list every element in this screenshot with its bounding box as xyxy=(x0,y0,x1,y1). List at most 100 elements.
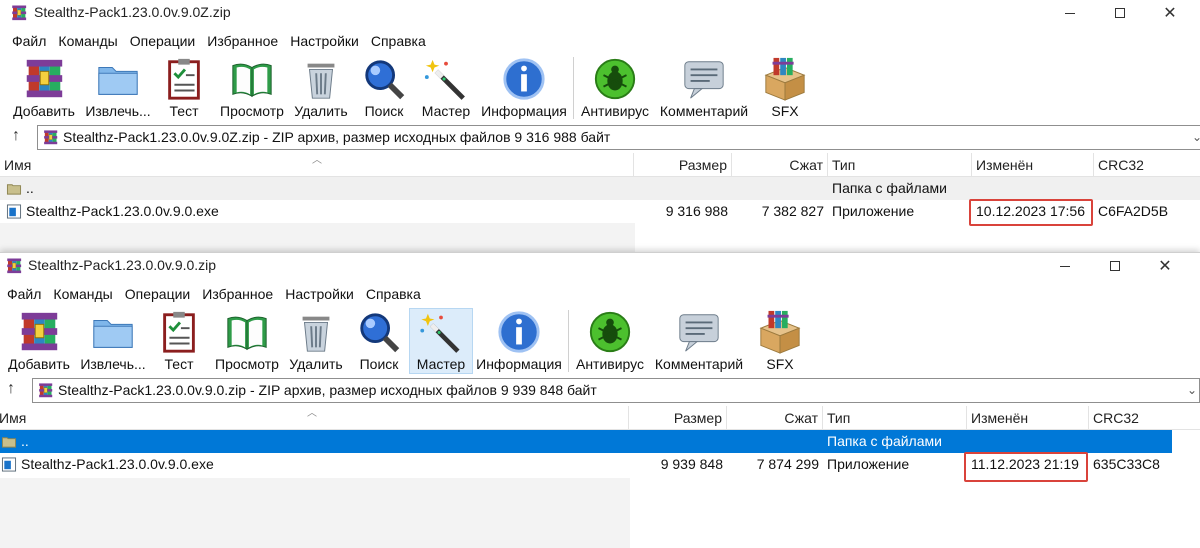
close-icon: ✕ xyxy=(1163,5,1177,22)
table-row[interactable]: Stealthz-Pack1.23.0.0v.9.0.exe 9 939 848… xyxy=(0,452,1200,482)
maximize-icon xyxy=(1110,261,1120,271)
close-icon: ✕ xyxy=(1158,258,1172,275)
close-button[interactable]: ✕ xyxy=(1140,253,1190,279)
antivirus-button[interactable]: Антивирус xyxy=(573,308,647,374)
comment-label: Комментарий xyxy=(654,356,744,372)
info-label: Информация xyxy=(481,103,567,119)
maximize-button[interactable] xyxy=(1090,253,1140,279)
sfx-label: SFX xyxy=(771,103,799,119)
add-label: Добавить xyxy=(13,103,75,119)
toolbar: Добавить Извлечь... Тест Просмотр Удалит… xyxy=(0,308,815,374)
list-empty-area xyxy=(0,478,630,548)
view-label: Просмотр xyxy=(215,356,279,372)
menu-operations[interactable]: Операции xyxy=(119,284,197,304)
col-type[interactable]: Тип xyxy=(828,153,972,177)
comment-button[interactable]: Комментарий xyxy=(656,55,752,121)
table-row[interactable]: .. Папка с файлами xyxy=(0,177,1200,200)
antivirus-bug-icon xyxy=(587,309,633,355)
delete-button[interactable]: Удалить xyxy=(287,308,345,374)
title-bar[interactable]: Stealthz-Pack1.23.0.0v.9.0Z.zip ✕ xyxy=(0,0,1200,26)
col-size[interactable]: Размер xyxy=(634,153,732,177)
menu-file[interactable]: Файл xyxy=(1,284,47,304)
col-name[interactable]: Имя xyxy=(0,406,629,430)
window-title: Stealthz-Pack1.23.0.0v.9.0.zip xyxy=(28,257,217,273)
antivirus-label: Антивирус xyxy=(575,356,645,372)
menu-commands[interactable]: Команды xyxy=(52,31,123,51)
address-field[interactable]: Stealthz-Pack1.23.0.0v.9.0.zip - ZIP арх… xyxy=(32,378,1200,403)
zip-archive-icon xyxy=(37,382,54,399)
table-row[interactable]: Stealthz-Pack1.23.0.0v.9.0.exe 9 316 988… xyxy=(0,199,1200,226)
maximize-button[interactable] xyxy=(1095,0,1145,26)
sfx-box-icon xyxy=(762,56,808,102)
chevron-down-icon[interactable]: ⌄ xyxy=(1187,383,1197,397)
add-button[interactable]: Добавить xyxy=(5,308,73,374)
col-type[interactable]: Тип xyxy=(823,406,967,430)
add-button[interactable]: Добавить xyxy=(10,55,78,121)
delete-button[interactable]: Удалить xyxy=(292,55,350,121)
row-type: Приложение xyxy=(832,203,915,219)
wizard-button[interactable]: Мастер xyxy=(409,308,473,374)
search-icon xyxy=(356,309,402,355)
minimize-button[interactable] xyxy=(1045,0,1095,26)
col-crc[interactable]: CRC32 xyxy=(1094,153,1200,177)
menu-help[interactable]: Справка xyxy=(365,31,432,51)
menu-settings[interactable]: Настройки xyxy=(279,284,360,304)
find-button[interactable]: Поиск xyxy=(358,55,410,121)
test-button[interactable]: Тест xyxy=(155,308,203,374)
menu-settings[interactable]: Настройки xyxy=(284,31,365,51)
minimize-button[interactable] xyxy=(1040,253,1090,279)
chevron-down-icon[interactable]: ⌄ xyxy=(1192,130,1200,144)
menu-favorites[interactable]: Избранное xyxy=(201,31,284,51)
col-crc[interactable]: CRC32 xyxy=(1089,406,1200,430)
address-field[interactable]: Stealthz-Pack1.23.0.0v.9.0Z.zip - ZIP ар… xyxy=(37,125,1200,150)
menu-commands[interactable]: Команды xyxy=(47,284,118,304)
comment-button[interactable]: Комментарий xyxy=(651,308,747,374)
toolbar-separator xyxy=(568,310,569,372)
row-packed: 7 382 827 xyxy=(761,203,824,219)
col-modified[interactable]: Изменён xyxy=(972,153,1094,177)
extract-folder-icon xyxy=(95,56,141,102)
up-arrow-icon[interactable]: ↑ xyxy=(12,127,20,145)
highlight-box xyxy=(964,452,1088,482)
menu-favorites[interactable]: Избранное xyxy=(196,284,279,304)
sfx-button[interactable]: SFX xyxy=(758,55,812,121)
extract-label: Извлечь... xyxy=(80,356,146,372)
view-button[interactable]: Просмотр xyxy=(211,308,283,374)
up-arrow-icon[interactable]: ↑ xyxy=(7,380,15,398)
zip-archive-icon xyxy=(42,129,59,146)
parent-folder-icon xyxy=(1,434,17,449)
address-text: Stealthz-Pack1.23.0.0v.9.0Z.zip - ZIP ар… xyxy=(63,129,611,145)
toolbar-separator xyxy=(573,57,574,119)
close-button[interactable]: ✕ xyxy=(1145,0,1195,26)
menu-help[interactable]: Справка xyxy=(360,284,427,304)
antivirus-button[interactable]: Антивирус xyxy=(578,55,652,121)
col-packed[interactable]: Сжат xyxy=(732,153,828,177)
row-crc: C6FA2D5B xyxy=(1098,203,1169,219)
test-clipboard-icon xyxy=(161,56,207,102)
extract-button[interactable]: Извлечь... xyxy=(77,308,149,374)
table-row[interactable]: .. Папка с файлами xyxy=(0,430,1172,453)
col-packed[interactable]: Сжат xyxy=(727,406,823,430)
find-button[interactable]: Поиск xyxy=(353,308,405,374)
test-label: Тест xyxy=(164,356,194,372)
test-button[interactable]: Тест xyxy=(160,55,208,121)
title-bar[interactable]: Stealthz-Pack1.23.0.0v.9.0.zip ✕ xyxy=(0,253,1200,279)
col-modified[interactable]: Изменён xyxy=(967,406,1089,430)
row-name: Stealthz-Pack1.23.0.0v.9.0.exe xyxy=(21,456,214,472)
highlight-box xyxy=(969,199,1093,226)
magic-wand-icon xyxy=(418,310,464,355)
wizard-button[interactable]: Мастер xyxy=(417,55,475,121)
minimize-icon xyxy=(1060,265,1070,267)
col-size[interactable]: Размер xyxy=(629,406,727,430)
comment-icon xyxy=(676,309,722,355)
row-packed: 7 874 299 xyxy=(756,456,819,472)
info-button[interactable]: Информация xyxy=(480,55,568,121)
menu-operations[interactable]: Операции xyxy=(124,31,202,51)
extract-button[interactable]: Извлечь... xyxy=(82,55,154,121)
sfx-button[interactable]: SFX xyxy=(753,308,807,374)
view-button[interactable]: Просмотр xyxy=(216,55,288,121)
info-button[interactable]: Информация xyxy=(475,308,563,374)
col-name[interactable]: Имя xyxy=(0,153,634,177)
menu-file[interactable]: Файл xyxy=(6,31,52,51)
file-list: ︿ Имя Размер Сжат Тип Изменён CRC32 .. П… xyxy=(0,406,1200,548)
